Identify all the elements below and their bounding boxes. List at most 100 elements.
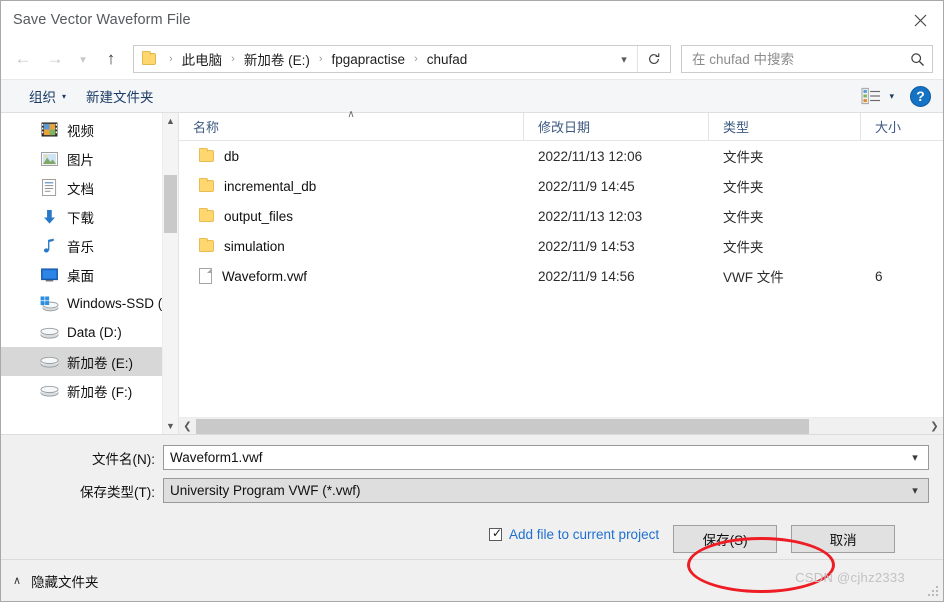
arrow-left-icon[interactable]: ←: [7, 43, 39, 75]
list-view-icon[interactable]: [857, 87, 885, 105]
column-header-size[interactable]: 大小: [861, 113, 943, 141]
close-icon[interactable]: [897, 2, 943, 39]
sidebar-scrollbar[interactable]: ▲ ▼: [162, 113, 178, 434]
breadcrumb-separator: ›: [318, 53, 323, 65]
sidebar-item-documents[interactable]: 文档: [1, 173, 178, 202]
downloads-icon: [39, 208, 59, 226]
sidebar-scrollbar-thumb[interactable]: [164, 175, 177, 233]
save-button[interactable]: 保存(S): [673, 525, 778, 553]
file-type-cell: 文件夹: [723, 210, 764, 225]
chevron-down-icon-filename[interactable]: ▾: [902, 446, 928, 469]
chevron-down-icon-recent[interactable]: ▾: [71, 43, 95, 75]
table-row[interactable]: simulation 2022/11/9 14:53 文件夹: [179, 231, 943, 261]
address-bar[interactable]: › 此电脑 › 新加卷 (E:) › fpgapractise › chufad…: [133, 45, 671, 73]
horizontal-scrollbar-thumb[interactable]: [196, 418, 810, 434]
horizontal-scrollbar-track[interactable]: [196, 418, 926, 435]
sidebar-item-downloads[interactable]: 下载: [1, 202, 178, 231]
folder-icon: [199, 178, 214, 192]
refresh-icon[interactable]: [638, 46, 670, 72]
filename-combo[interactable]: ▾: [163, 445, 929, 470]
horizontal-scrollbar[interactable]: ❮ ❯: [179, 417, 943, 434]
breadcrumb-item-3[interactable]: chufad: [425, 52, 470, 67]
sidebar-item-music[interactable]: 音乐: [1, 231, 178, 260]
arrow-right-icon[interactable]: →: [39, 43, 71, 75]
sidebar-item-desktop[interactable]: 桌面: [1, 260, 178, 289]
file-size-cell: 6: [875, 268, 883, 284]
drive-icon: [39, 382, 59, 400]
filetype-label: 保存类型(T):: [80, 484, 155, 500]
checkbox-box[interactable]: ✓: [489, 526, 503, 541]
arrow-up-icon[interactable]: ↑: [95, 43, 127, 75]
column-header-type[interactable]: 类型: [709, 112, 861, 141]
chevron-up-icon-sidebar-scroll[interactable]: ▲: [163, 113, 178, 129]
command-toolbar: 组织 ▾ 新建文件夹 ▾ ?: [1, 79, 943, 113]
chevron-left-icon-scroll[interactable]: ❮: [179, 418, 196, 435]
sidebar-item-data-d[interactable]: Data (D:): [1, 318, 178, 347]
filename-input[interactable]: [164, 450, 902, 465]
add-to-project-checkbox[interactable]: ✓ Add file to current project: [489, 525, 659, 544]
filetype-combo[interactable]: University Program VWF (*.vwf) ▾: [163, 478, 929, 503]
desktop-icon: [39, 266, 59, 284]
file-date-cell: 2022/11/9 14:56: [538, 268, 635, 284]
breadcrumb-item-0[interactable]: 此电脑: [180, 49, 225, 69]
chevron-up-icon-hide-folders: ∧: [13, 575, 22, 587]
navigation-bar: ← → ▾ ↑ › 此电脑 › 新加卷 (E:) › fpgapractise …: [1, 39, 943, 79]
file-size-cell: [861, 141, 943, 171]
new-folder-button[interactable]: 新建文件夹: [76, 83, 164, 109]
file-size-cell: [861, 201, 943, 231]
column-header-date[interactable]: 修改日期: [524, 112, 709, 141]
organize-button[interactable]: 组织 ▾: [19, 83, 76, 109]
music-icon: [39, 237, 59, 255]
file-name-cell: db: [179, 141, 524, 171]
table-row[interactable]: db 2022/11/13 12:06 文件夹: [179, 141, 943, 171]
breadcrumb-separator: ›: [169, 53, 173, 65]
file-type-cell: 文件夹: [723, 240, 764, 255]
search-box[interactable]: [681, 45, 933, 73]
file-name: Waveform.vwf: [222, 268, 308, 284]
hide-folders-button[interactable]: ∧ 隐藏文件夹: [13, 571, 99, 591]
filetype-value: University Program VWF (*.vwf): [170, 483, 361, 498]
file-name-cell: simulation: [179, 231, 524, 261]
file-name-cell: output_files: [179, 201, 524, 231]
file-type-cell: 文件夹: [723, 150, 764, 165]
column-header-label: 修改日期: [538, 120, 591, 135]
resize-grip[interactable]: [928, 586, 940, 598]
chevron-down-icon-view[interactable]: ▾: [885, 91, 902, 102]
documents-icon: [39, 179, 59, 197]
new-folder-label: 新建文件夹: [86, 90, 154, 105]
sidebar-item-label: 文档: [67, 181, 94, 197]
sidebar-item-videos[interactable]: 视频: [1, 115, 178, 144]
cancel-button[interactable]: 取消: [791, 525, 896, 553]
file-list-pane: ∧ 名称 修改日期 类型 大小 db 2022/11/13 12:06 文件夹 …: [179, 109, 943, 434]
checkbox-label[interactable]: Add file to current project: [509, 525, 659, 544]
table-row[interactable]: Waveform.vwf 2022/11/9 14:56 VWF 文件 6: [179, 261, 943, 291]
sort-ascending-icon: ∧: [347, 108, 355, 120]
sidebar-item-windows-ssd[interactable]: Windows-SSD (: [1, 289, 178, 318]
sidebar-item-label: Data (D:): [67, 325, 122, 340]
sidebar-item-label: 图片: [67, 152, 94, 168]
table-row[interactable]: output_files 2022/11/13 12:03 文件夹: [179, 201, 943, 231]
column-header-label: 类型: [723, 120, 750, 135]
search-input[interactable]: [682, 51, 902, 67]
dialog-title: Save Vector Waveform File: [13, 12, 191, 28]
chevron-down-icon-sidebar-scroll[interactable]: ▼: [163, 418, 178, 434]
column-header-name[interactable]: ∧ 名称: [179, 109, 524, 141]
sidebar-item-new-volume-f[interactable]: 新加卷 (F:): [1, 376, 178, 405]
drive-icon: [39, 353, 59, 371]
breadcrumb-item-2[interactable]: fpgapractise: [330, 52, 408, 67]
file-name: incremental_db: [224, 178, 317, 194]
chevron-right-icon-scroll[interactable]: ❯: [926, 418, 943, 435]
breadcrumb-item-1[interactable]: 新加卷 (E:): [242, 49, 312, 69]
table-row[interactable]: incremental_db 2022/11/9 14:45 文件夹: [179, 171, 943, 201]
file-name: simulation: [224, 238, 285, 254]
search-icon[interactable]: [902, 52, 932, 67]
chevron-down-icon-path[interactable]: ▾: [611, 46, 637, 72]
column-header-label: 名称: [193, 120, 220, 135]
sidebar-item-pictures[interactable]: 图片: [1, 144, 178, 173]
check-icon: ✓: [492, 526, 503, 540]
chevron-down-icon-filetype[interactable]: ▾: [902, 479, 928, 502]
sidebar-item-label: 音乐: [67, 239, 94, 255]
help-icon[interactable]: ?: [910, 85, 931, 107]
sidebar-item-label: 视频: [67, 123, 94, 139]
sidebar-item-new-volume-e[interactable]: 新加卷 (E:): [1, 347, 178, 376]
